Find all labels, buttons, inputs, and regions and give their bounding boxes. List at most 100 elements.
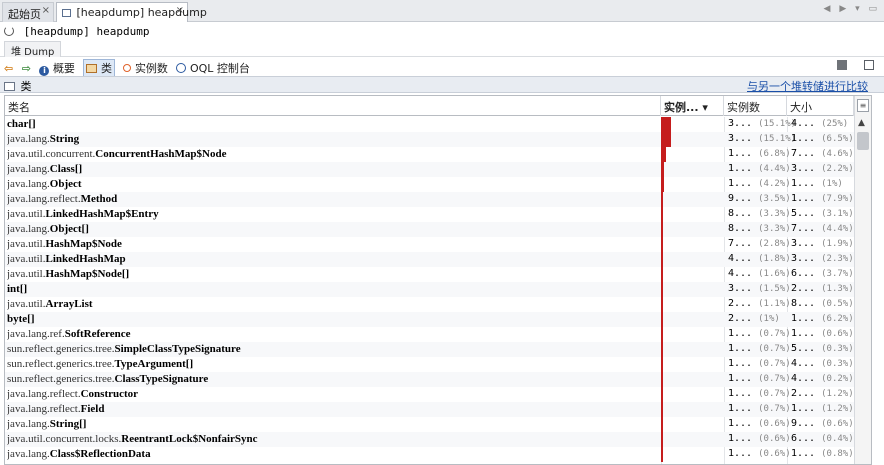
instances-percent-bar bbox=[661, 297, 663, 312]
class-name-cell: int[] bbox=[7, 283, 657, 295]
table-row[interactable]: java.lang.String[] 1... (0.6%) 9... (0.6%) bbox=[5, 417, 854, 432]
table-row[interactable]: java.util.concurrent.locks.ReentrantLock… bbox=[5, 432, 854, 447]
instance-count-value: 4... bbox=[728, 268, 753, 279]
table-row[interactable]: int[] 3... (1.5%) 2... (1.3%) bbox=[5, 282, 854, 297]
column-header-instances-bar[interactable]: 实例... ▾ bbox=[661, 96, 724, 116]
instances-percent-bar bbox=[661, 342, 663, 357]
table-row[interactable]: sun.reflect.generics.tree.TypeArgument[]… bbox=[5, 357, 854, 372]
oql-icon bbox=[176, 63, 187, 73]
scroll-thumb[interactable] bbox=[857, 132, 869, 150]
instances-percent-bar bbox=[661, 432, 663, 447]
package-name: java.util. bbox=[7, 253, 46, 265]
size-percent: (0.5%) bbox=[821, 299, 854, 309]
table-row[interactable]: java.lang.reflect.Field 1... (0.7%) 1... (… bbox=[5, 402, 854, 417]
package-name: java.util. bbox=[7, 268, 46, 280]
package-name: java.util. bbox=[7, 208, 46, 220]
tab-navigation-icons[interactable]: ◀ ▶ ▾ ▭ bbox=[824, 4, 880, 14]
instances-button[interactable]: 实例数 bbox=[123, 60, 168, 76]
table-row[interactable]: java.util.LinkedHashMap$Entry 8... (3.3%)… bbox=[5, 207, 854, 222]
instance-count-percent: (2.8%) bbox=[758, 239, 791, 249]
size-percent: (1.2%) bbox=[821, 404, 854, 414]
instance-count-cell: 4... (1.6%) bbox=[728, 268, 791, 279]
tab-start-page[interactable]: 起始页 × bbox=[2, 2, 54, 22]
instance-count-cell: 1... (0.7%) bbox=[728, 373, 791, 384]
size-value: 4... bbox=[791, 358, 816, 369]
table-row[interactable]: java.lang.Object 1... (4.2%) 1... (1%) bbox=[5, 177, 854, 192]
class-simple-name: SimpleClassTypeSignature bbox=[114, 343, 241, 355]
size-percent: (0.8%) bbox=[821, 449, 854, 459]
table-row[interactable]: sun.reflect.generics.tree.ClassTypeSigna… bbox=[5, 372, 854, 387]
package-name: java.lang. bbox=[7, 163, 50, 175]
size-cell: 1... (7.9%) bbox=[791, 193, 854, 204]
refresh-icon[interactable] bbox=[4, 26, 14, 36]
classes-section-header: 类 与另一个堆转储进行比较 bbox=[0, 76, 884, 93]
instance-count-cell: 2... (1%) bbox=[728, 313, 780, 324]
size-percent: (0.6%) bbox=[821, 419, 854, 429]
table-row[interactable]: java.util.LinkedHashMap 4... (1.8%) 3... (… bbox=[5, 252, 854, 267]
instance-count-value: 2... bbox=[728, 313, 753, 324]
size-percent: (4.6%) bbox=[821, 149, 854, 159]
tab-heap-dump[interactable]: 堆 Dump bbox=[4, 41, 62, 58]
page-title-row: [heapdump] heapdump bbox=[0, 22, 884, 40]
vertical-scrollbar[interactable]: ≡ ▲ bbox=[854, 96, 871, 464]
size-value: 5... bbox=[791, 208, 816, 219]
compare-heapdump-link[interactable]: 与另一个堆转储进行比较 bbox=[747, 78, 868, 94]
class-name-cell: java.lang.ref.SoftReference bbox=[7, 328, 657, 340]
classes-label: 类 bbox=[100, 62, 112, 75]
table-row[interactable]: java.util.ArrayList 2... (1.1%) 8... (0.5%… bbox=[5, 297, 854, 312]
column-chooser-icon[interactable]: ≡ bbox=[857, 99, 869, 112]
table-row[interactable]: java.lang.Class$ReflectionData 1... (0.6%… bbox=[5, 447, 854, 462]
layout-icon[interactable] bbox=[864, 60, 874, 70]
table-row[interactable]: java.util.concurrent.ConcurrentHashMap$N… bbox=[5, 147, 854, 162]
scroll-up-arrow-icon[interactable]: ▲ bbox=[858, 118, 865, 128]
classes-button[interactable]: 类 bbox=[83, 59, 115, 77]
table-row[interactable]: java.lang.ref.SoftReference 1... (0.7%) 1.… bbox=[5, 327, 854, 342]
size-cell: 1... (0.6%) bbox=[791, 328, 854, 339]
table-row[interactable]: java.lang.reflect.Method 9... (3.5%) 1... … bbox=[5, 192, 854, 207]
package-name: java.lang. bbox=[7, 448, 50, 460]
instance-count-percent: (0.7%) bbox=[758, 404, 791, 414]
class-simple-name: HashMap$Node bbox=[45, 238, 122, 250]
size-percent: (0.2%) bbox=[821, 374, 854, 384]
oql-console-button[interactable]: OQL 控制台 bbox=[176, 60, 250, 76]
size-cell: 1... (1%) bbox=[791, 178, 843, 189]
package-name: sun.reflect.generics.tree. bbox=[7, 358, 115, 370]
table-row[interactable]: java.lang.Class[] 1... (4.4%) 3... (2.2%) bbox=[5, 162, 854, 177]
size-percent: (0.3%) bbox=[821, 359, 854, 369]
instance-count-cell: 1... (4.2%) bbox=[728, 178, 791, 189]
column-header-instances[interactable]: 实例数 bbox=[724, 96, 787, 116]
table-row[interactable]: byte[] 2... (1%) 1... (6.2%) bbox=[5, 312, 854, 327]
table-row[interactable]: java.lang.Object[] 8... (3.3%) 7... (4.4%) bbox=[5, 222, 854, 237]
package-name: java.lang.ref. bbox=[7, 328, 65, 340]
instances-percent-bar bbox=[661, 282, 663, 297]
class-name-cell: java.util.HashMap$Node bbox=[7, 238, 657, 250]
table-row[interactable]: char[] 3... (15.1%) 4... (25%) bbox=[5, 117, 854, 132]
forward-arrow-icon[interactable]: ⇨ bbox=[22, 62, 31, 75]
class-name-cell: java.lang.String bbox=[7, 133, 657, 145]
instances-percent-bar bbox=[661, 312, 663, 327]
table-row[interactable]: sun.reflect.generics.tree.SimpleClassTyp… bbox=[5, 342, 854, 357]
instance-count-percent: (3.5%) bbox=[758, 194, 791, 204]
instance-count-value: 8... bbox=[728, 223, 753, 234]
summary-button[interactable]: i 概要 bbox=[39, 60, 75, 76]
table-row[interactable]: java.util.HashMap$Node[] 4... (1.6%) 6... … bbox=[5, 267, 854, 282]
tab-heapdump[interactable]: [heapdump] heapdump × bbox=[56, 2, 207, 22]
column-header-size[interactable]: 大小 bbox=[787, 96, 854, 116]
table-row[interactable]: java.util.HashMap$Node 7... (2.8%) 3... (1… bbox=[5, 237, 854, 252]
tab-start-page-close-icon[interactable]: × bbox=[42, 5, 50, 16]
back-arrow-icon[interactable]: ⇦ bbox=[4, 62, 13, 75]
instance-count-value: 3... bbox=[728, 118, 753, 129]
table-row[interactable]: java.lang.String 3... (15.1%) 1... (6.5%) bbox=[5, 132, 854, 147]
classes-section-icon bbox=[4, 82, 15, 91]
size-value: 3... bbox=[791, 163, 816, 174]
size-cell: 2... (1.3%) bbox=[791, 283, 854, 294]
column-header-class-name[interactable]: 类名 bbox=[5, 96, 661, 116]
size-percent: (1.2%) bbox=[821, 389, 854, 399]
tab-heapdump-close-icon[interactable]: × bbox=[176, 5, 184, 16]
table-row[interactable]: java.lang.reflect.Constructor 1... (0.7%)… bbox=[5, 387, 854, 402]
instance-count-percent: (0.7%) bbox=[758, 359, 791, 369]
class-simple-name: ClassTypeSignature bbox=[114, 373, 209, 385]
size-value: 1... bbox=[791, 193, 816, 204]
instance-count-value: 1... bbox=[728, 433, 753, 444]
snapshot-icon[interactable] bbox=[836, 60, 847, 70]
